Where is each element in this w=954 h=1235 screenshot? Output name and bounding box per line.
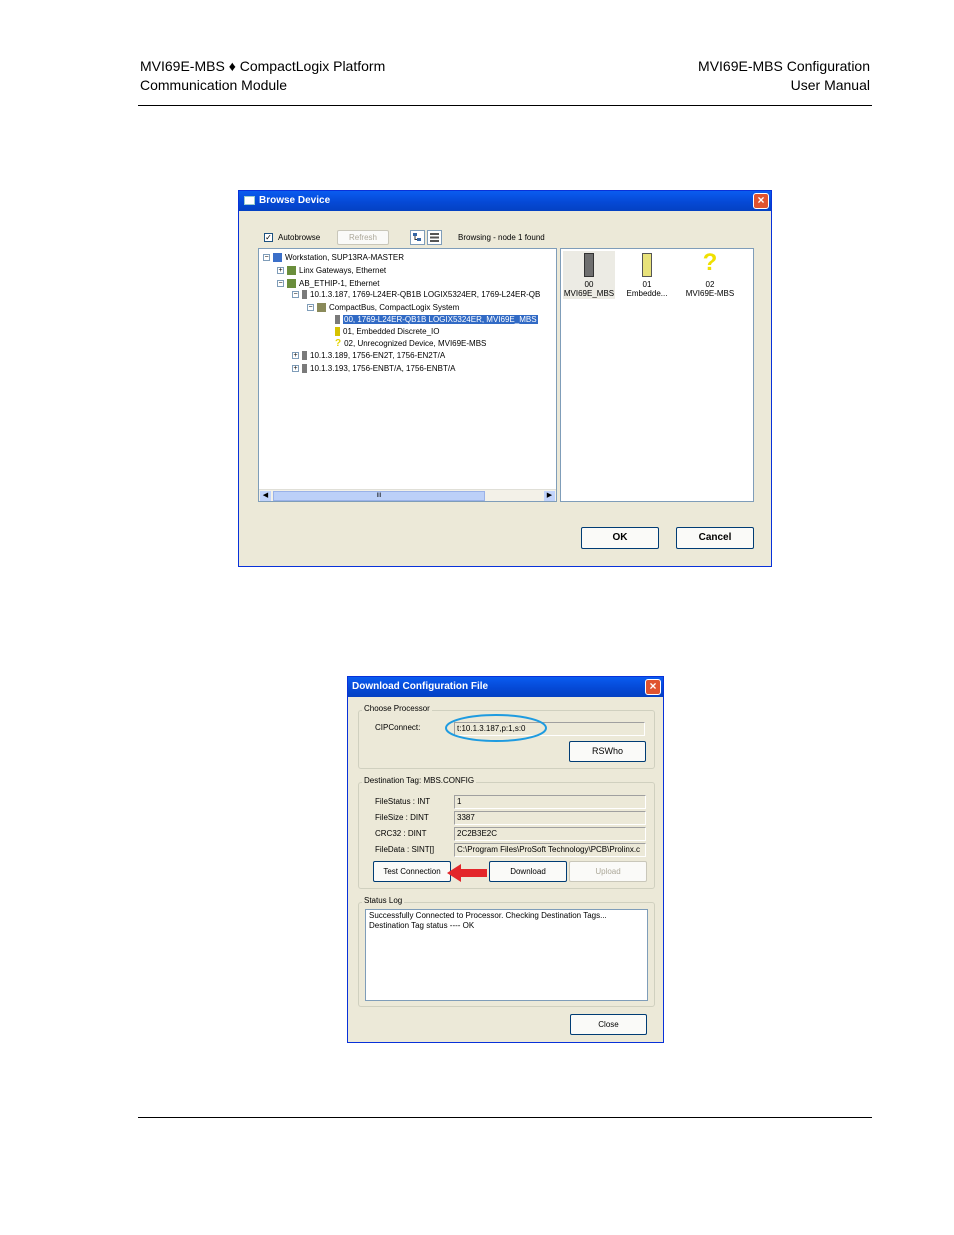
network-icon — [287, 266, 296, 276]
tree-node-enbt[interactable]: +10.1.3.193, 1756-ENBT/A, 1756-ENBT/A — [292, 363, 455, 374]
highlight-ellipse — [445, 714, 547, 742]
download-title-bar[interactable]: Download Configuration File × — [348, 677, 663, 697]
browse-device-dialog: Browse Device × ✓ Autobrowse Refresh Bro… — [238, 190, 772, 567]
backplane-icon — [317, 303, 326, 313]
module-icon — [302, 351, 307, 361]
status-log-line: Destination Tag status ---- OK — [369, 921, 475, 930]
module-icon — [302, 364, 307, 374]
device-icon-01[interactable]: 01 Embedde... — [621, 251, 673, 299]
browse-close-icon[interactable]: × — [753, 193, 769, 209]
tree-node-slot01[interactable]: 01, Embedded Discrete_IO — [335, 326, 440, 337]
tree-node-slot00[interactable]: 00, 1769-L24ER-QB1B LOGIX5324ER, MVI69E_… — [335, 314, 538, 325]
footer-rule — [138, 1117, 872, 1118]
status-log-line: Successfully Connected to Processor. Che… — [369, 911, 607, 920]
tree-node-compactbus[interactable]: − CompactBus, CompactLogix System — [307, 302, 459, 313]
scroll-left-icon[interactable]: ◀ — [260, 491, 271, 501]
device-icon-00[interactable]: 00 MVI69E_MBS — [563, 251, 615, 299]
expand-icon[interactable]: + — [292, 352, 299, 360]
choose-processor-label: Choose Processor — [362, 704, 432, 713]
browse-title-bar[interactable]: Browse Device × — [239, 191, 771, 211]
rswho-button[interactable]: RSWho — [569, 741, 646, 762]
filesize-label: FileSize : DINT — [375, 813, 429, 822]
autobrowse-label: Autobrowse — [278, 233, 321, 242]
tree-node-plc[interactable]: −10.1.3.187, 1769-L24ER-QB1B LOGIX5324ER… — [292, 289, 540, 300]
module-icon — [335, 315, 340, 325]
destination-tag-label: Destination Tag: MBS.CONFIG — [362, 776, 477, 785]
header-rule — [138, 105, 872, 106]
status-log-box[interactable]: Successfully Connected to Processor. Che… — [365, 909, 648, 1001]
tree-view-icon[interactable] — [410, 230, 425, 245]
workstation-icon — [273, 253, 282, 263]
window-icon — [244, 196, 255, 205]
tree-node-en2t[interactable]: +10.1.3.189, 1756-EN2T, 1756-EN2T/A — [292, 350, 445, 361]
io-module-icon — [642, 253, 652, 277]
tree-node-linx[interactable]: + Linx Gateways, Ethernet — [277, 265, 386, 276]
tree-horizontal-scrollbar[interactable]: ◀ III ▶ — [259, 489, 556, 501]
tree-node-slot02[interactable]: ? 02, Unrecognized Device, MVI69E-MBS — [335, 338, 486, 349]
close-button[interactable]: Close — [570, 1014, 647, 1035]
crc32-label: CRC32 : DINT — [375, 829, 427, 838]
download-button[interactable]: Download — [489, 861, 567, 882]
cipconnect-label: CIPConnect: — [375, 723, 421, 732]
module-icon — [584, 253, 594, 277]
device-icon-02[interactable]: ? 02 MVI69E-MBS — [681, 249, 739, 299]
filedata-label: FileData : SINT[] — [375, 845, 435, 854]
collapse-icon[interactable]: − — [277, 280, 284, 288]
unknown-device-icon: ? — [702, 249, 718, 276]
collapse-icon[interactable]: − — [292, 291, 299, 299]
header-product: MVI69E-MBS ♦ CompactLogix Platform — [140, 58, 386, 74]
browse-status-text: Browsing - node 1 found — [458, 233, 545, 242]
filestatus-label: FileStatus : INT — [375, 797, 431, 806]
red-arrow-icon — [447, 864, 487, 882]
collapse-icon[interactable]: − — [307, 304, 314, 312]
tree-node-workstation[interactable]: − Workstation, SUP13RA-MASTER — [263, 252, 404, 263]
scroll-thumb[interactable]: III — [273, 491, 485, 501]
autobrowse-checkbox[interactable]: ✓ — [264, 233, 273, 242]
tree-node-ab-ethip[interactable]: − AB_ETHIP-1, Ethernet — [277, 278, 379, 289]
network-icon — [287, 279, 296, 289]
header-subtitle: Communication Module — [140, 77, 288, 93]
crc32-field: 2C2B3E2C — [454, 827, 646, 841]
filedata-field: C:\Program Files\ProSoft Technology\PCB\… — [454, 843, 646, 857]
download-title: Download Configuration File — [352, 681, 489, 692]
download-config-dialog: Download Configuration File × Choose Pro… — [347, 676, 664, 1043]
controller-icon — [302, 290, 307, 300]
header-manual: User Manual — [790, 77, 870, 93]
network-tree-panel[interactable]: − Workstation, SUP13RA-MASTER + Linx Gatew… — [258, 248, 557, 502]
expand-icon[interactable]: + — [292, 365, 299, 373]
download-close-icon[interactable]: × — [645, 679, 661, 695]
device-icon-panel[interactable]: 00 MVI69E_MBS 01 Embedde... ? 02 MVI69E-… — [560, 248, 754, 502]
list-view-icon[interactable] — [427, 230, 442, 245]
header-right: MVI69E-MBS Configuration User Manual — [698, 57, 870, 95]
cancel-button[interactable]: Cancel — [676, 527, 754, 549]
header-left: MVI69E-MBS ♦ CompactLogix Platform Commu… — [140, 57, 385, 95]
filestatus-field: 1 — [454, 795, 646, 809]
filesize-field: 3387 — [454, 811, 646, 825]
io-module-icon — [335, 327, 340, 337]
expand-icon[interactable]: + — [277, 267, 284, 275]
unknown-device-icon: ? — [335, 338, 342, 349]
upload-button[interactable]: Upload — [569, 861, 647, 882]
ok-button[interactable]: OK — [581, 527, 659, 549]
header-section: MVI69E-MBS Configuration — [698, 58, 870, 74]
scroll-right-icon[interactable]: ▶ — [544, 491, 555, 501]
browse-title: Browse Device — [259, 195, 331, 206]
status-log-label: Status Log — [362, 896, 405, 905]
test-connection-button[interactable]: Test Connection — [373, 861, 451, 882]
refresh-button[interactable]: Refresh — [337, 230, 389, 245]
collapse-icon[interactable]: − — [263, 254, 270, 262]
